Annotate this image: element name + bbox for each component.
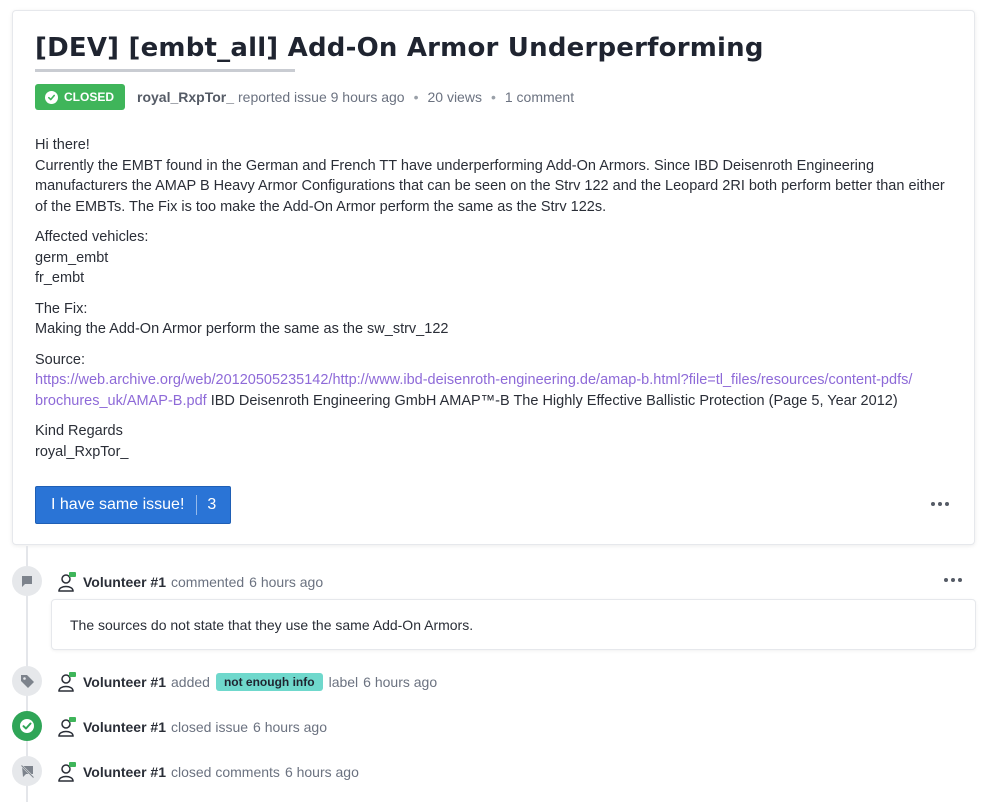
event-action: closed issue	[171, 719, 249, 735]
volunteer-avatar-icon	[58, 762, 76, 782]
vehicle-item: germ_embt	[35, 249, 109, 266]
source-description: IBD Deisenroth Engineering GmbH AMAP™-B …	[206, 392, 898, 409]
status-badge: CLOSED	[35, 84, 126, 110]
event-user[interactable]: Volunteer #1	[83, 674, 166, 690]
status-text: CLOSED	[64, 90, 115, 104]
closing-text: Kind Regards	[35, 423, 123, 439]
volunteer-avatar-icon	[58, 717, 76, 737]
signoff-section: Kind Regards royal_RxpTor_	[35, 421, 950, 462]
issue-body: Hi there! Currently the EMBT found in th…	[35, 135, 950, 472]
source-label: Source:	[35, 351, 85, 368]
check-circle-icon	[12, 711, 42, 741]
fix-label: The Fix:	[35, 300, 88, 317]
same-issue-button[interactable]: I have same issue! 3	[35, 486, 231, 524]
event-suffix: label	[328, 674, 359, 690]
same-issue-label: I have same issue!	[51, 496, 185, 513]
signature: royal_RxpTor_	[35, 443, 129, 460]
comment-off-icon	[12, 756, 42, 786]
button-separator	[196, 495, 198, 515]
fix-section: The Fix: Making the Add-On Armor perform…	[35, 299, 950, 340]
comment-box: The sources do not state that they use t…	[51, 599, 976, 650]
event-time: 6 hours ago	[284, 764, 359, 780]
source-section: Source: https://web.archive.org/web/2012…	[35, 350, 950, 412]
event-time: 6 hours ago	[363, 674, 438, 690]
issue-description: Currently the EMBT found in the German a…	[35, 157, 945, 215]
comment-count: 1 comment	[504, 89, 575, 105]
event-user[interactable]: Volunteer #1	[83, 574, 166, 590]
source-link-part1: https://web.archive.org/web/201205052351…	[35, 372, 913, 388]
title-underline	[35, 69, 295, 72]
more-options-icon[interactable]	[944, 578, 962, 582]
tag-icon	[12, 666, 42, 696]
issue-title: [DEV] [embt_all] Add-On Armor Underperfo…	[35, 33, 764, 63]
comment-event: Volunteer #1 commented 6 hours ago	[58, 571, 323, 593]
volunteer-avatar-icon	[58, 572, 76, 592]
separator-dot: •	[413, 89, 419, 105]
event-time: 6 hours ago	[253, 719, 327, 735]
same-issue-count: 3	[207, 496, 217, 513]
event-action: closed comments	[171, 764, 280, 780]
event-user[interactable]: Volunteer #1	[83, 719, 166, 735]
issue-author[interactable]: royal_RxpTor_	[137, 89, 234, 105]
comment-icon	[12, 566, 42, 596]
source-link-part2: brochures_uk/AMAP-B.pdf	[35, 392, 207, 409]
label-tag[interactable]: not enough info	[215, 673, 323, 691]
event-time: 6 hours ago	[249, 574, 324, 590]
more-options-icon[interactable]	[931, 502, 949, 506]
issue-card: [DEV] [embt_all] Add-On Armor Underperfo…	[12, 10, 975, 545]
reported-text: reported issue 9 hours ago	[238, 89, 405, 105]
vehicle-item: fr_embt	[35, 270, 85, 286]
event-action: commented	[171, 574, 245, 590]
check-circle-icon	[45, 90, 58, 104]
fix-text: Making the Add-On Armor perform the same…	[35, 321, 449, 337]
affected-label: Affected vehicles:	[35, 229, 149, 245]
close-event: Volunteer #1 closed issue 6 hours ago	[58, 716, 327, 738]
issue-meta: CLOSED royal_RxpTor_ reported issue 9 ho…	[35, 84, 574, 110]
lock-comments-event: Volunteer #1 closed comments 6 hours ago	[58, 761, 359, 783]
event-user[interactable]: Volunteer #1	[83, 764, 166, 780]
comment-text: The sources do not state that they use t…	[70, 616, 474, 633]
separator-dot: •	[490, 89, 496, 105]
event-action: added	[171, 674, 210, 690]
label-event: Volunteer #1 added not enough info label…	[58, 671, 437, 693]
affected-section: Affected vehicles: germ_embt fr_embt	[35, 227, 950, 289]
volunteer-avatar-icon	[58, 672, 76, 692]
view-count: 20 views	[427, 89, 482, 105]
greeting: Hi there!	[35, 137, 90, 153]
